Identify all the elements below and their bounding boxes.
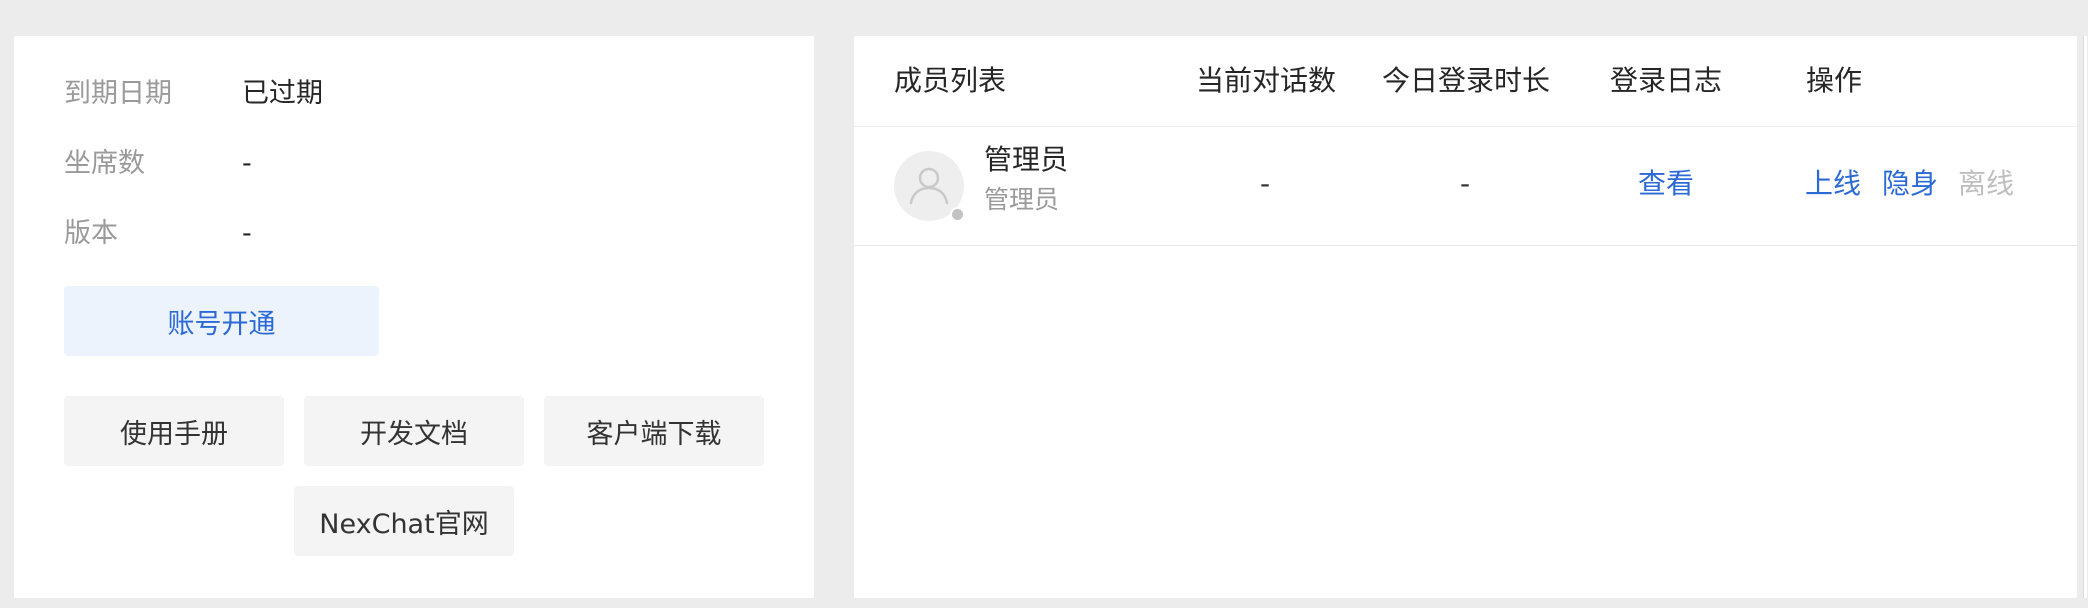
header-members: 成员列表 — [894, 64, 1007, 97]
today-login-duration-value: - — [1459, 167, 1471, 200]
version-value: - — [242, 218, 252, 249]
dev-docs-button[interactable]: 开发文档 — [304, 396, 524, 466]
set-offline-link: 离线 — [1958, 167, 2015, 200]
table-header: 成员列表 当前对话数 今日登录时长 登录日志 操作 — [854, 36, 2077, 127]
header-today-login-duration: 今日登录时长 — [1382, 64, 1551, 97]
seats-label: 坐席数 — [64, 148, 145, 179]
header-actions: 操作 — [1806, 64, 1863, 97]
seats-value: - — [242, 148, 252, 179]
expiry-label: 到期日期 — [64, 78, 172, 109]
right-panel-edge — [2083, 36, 2087, 598]
member-role: 管理员 — [984, 185, 1060, 214]
client-download-button[interactable]: 客户端下载 — [544, 396, 764, 466]
set-invisible-link[interactable]: 隐身 — [1882, 165, 1938, 203]
current-conversations-value: - — [1259, 167, 1271, 200]
header-login-log: 登录日志 — [1610, 64, 1723, 97]
status-dot-icon — [950, 207, 965, 222]
official-website-button[interactable]: NexChat官网 — [294, 486, 514, 556]
set-online-link[interactable]: 上线 — [1805, 165, 1861, 203]
account-info-panel: 到期日期 已过期 坐席数 - 版本 - 账号开通 使用手册 开发文档 客户端下载… — [14, 36, 814, 598]
member-name: 管理员 — [984, 143, 1069, 176]
view-login-log-link[interactable]: 查看 — [1638, 165, 1694, 203]
version-label: 版本 — [64, 218, 118, 249]
header-current-conversations: 当前对话数 — [1196, 64, 1337, 97]
expiry-value: 已过期 — [242, 78, 323, 109]
activate-account-button[interactable]: 账号开通 — [64, 286, 379, 356]
member-table-panel: 成员列表 当前对话数 今日登录时长 登录日志 操作 管理员 管理员 - - 查看… — [854, 36, 2077, 598]
user-manual-button[interactable]: 使用手册 — [64, 396, 284, 466]
table-row: 管理员 管理员 - - 查看 上线 隐身 离线 — [854, 127, 2077, 246]
